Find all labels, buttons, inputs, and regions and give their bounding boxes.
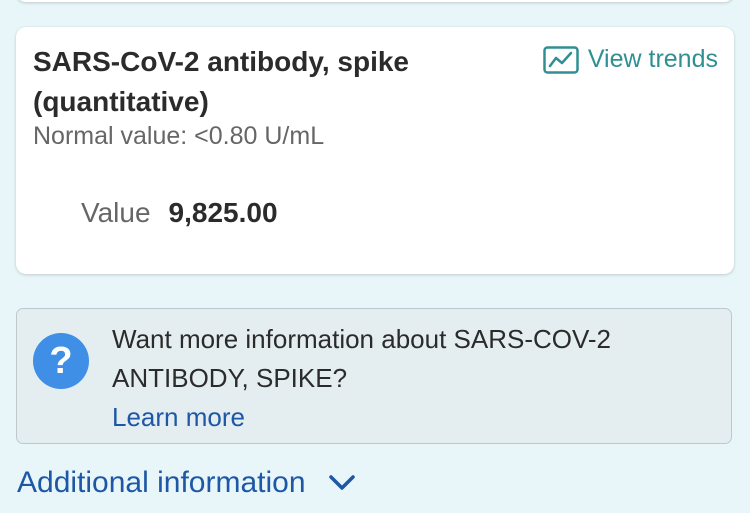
value-number: 9,825.00 xyxy=(168,197,278,228)
test-title: SARS-CoV-2 antibody, spike (quantitative… xyxy=(33,46,409,117)
previous-result-card xyxy=(16,0,734,2)
value-label: Value xyxy=(81,197,151,228)
result-card: SARS-CoV-2 antibody, spike (quantitative… xyxy=(16,27,734,274)
value-row: Value 9,825.00 xyxy=(81,197,278,229)
info-box: ? Want more information about SARS-COV-2… xyxy=(16,308,732,444)
learn-more-link[interactable]: Learn more xyxy=(112,398,245,437)
additional-information-toggle[interactable]: Additional information xyxy=(17,466,356,500)
info-text: Want more information about SARS-COV-2 A… xyxy=(112,324,612,393)
question-mark-icon: ? xyxy=(33,333,89,389)
chevron-down-icon xyxy=(328,475,355,490)
view-trends-link[interactable]: View trends xyxy=(543,45,718,74)
additional-information-label: Additional information xyxy=(17,466,306,499)
view-trends-label: View trends xyxy=(587,45,718,73)
trend-chart-icon xyxy=(543,45,579,74)
normal-range-text: Normal value: <0.80 U/mL xyxy=(33,122,325,150)
